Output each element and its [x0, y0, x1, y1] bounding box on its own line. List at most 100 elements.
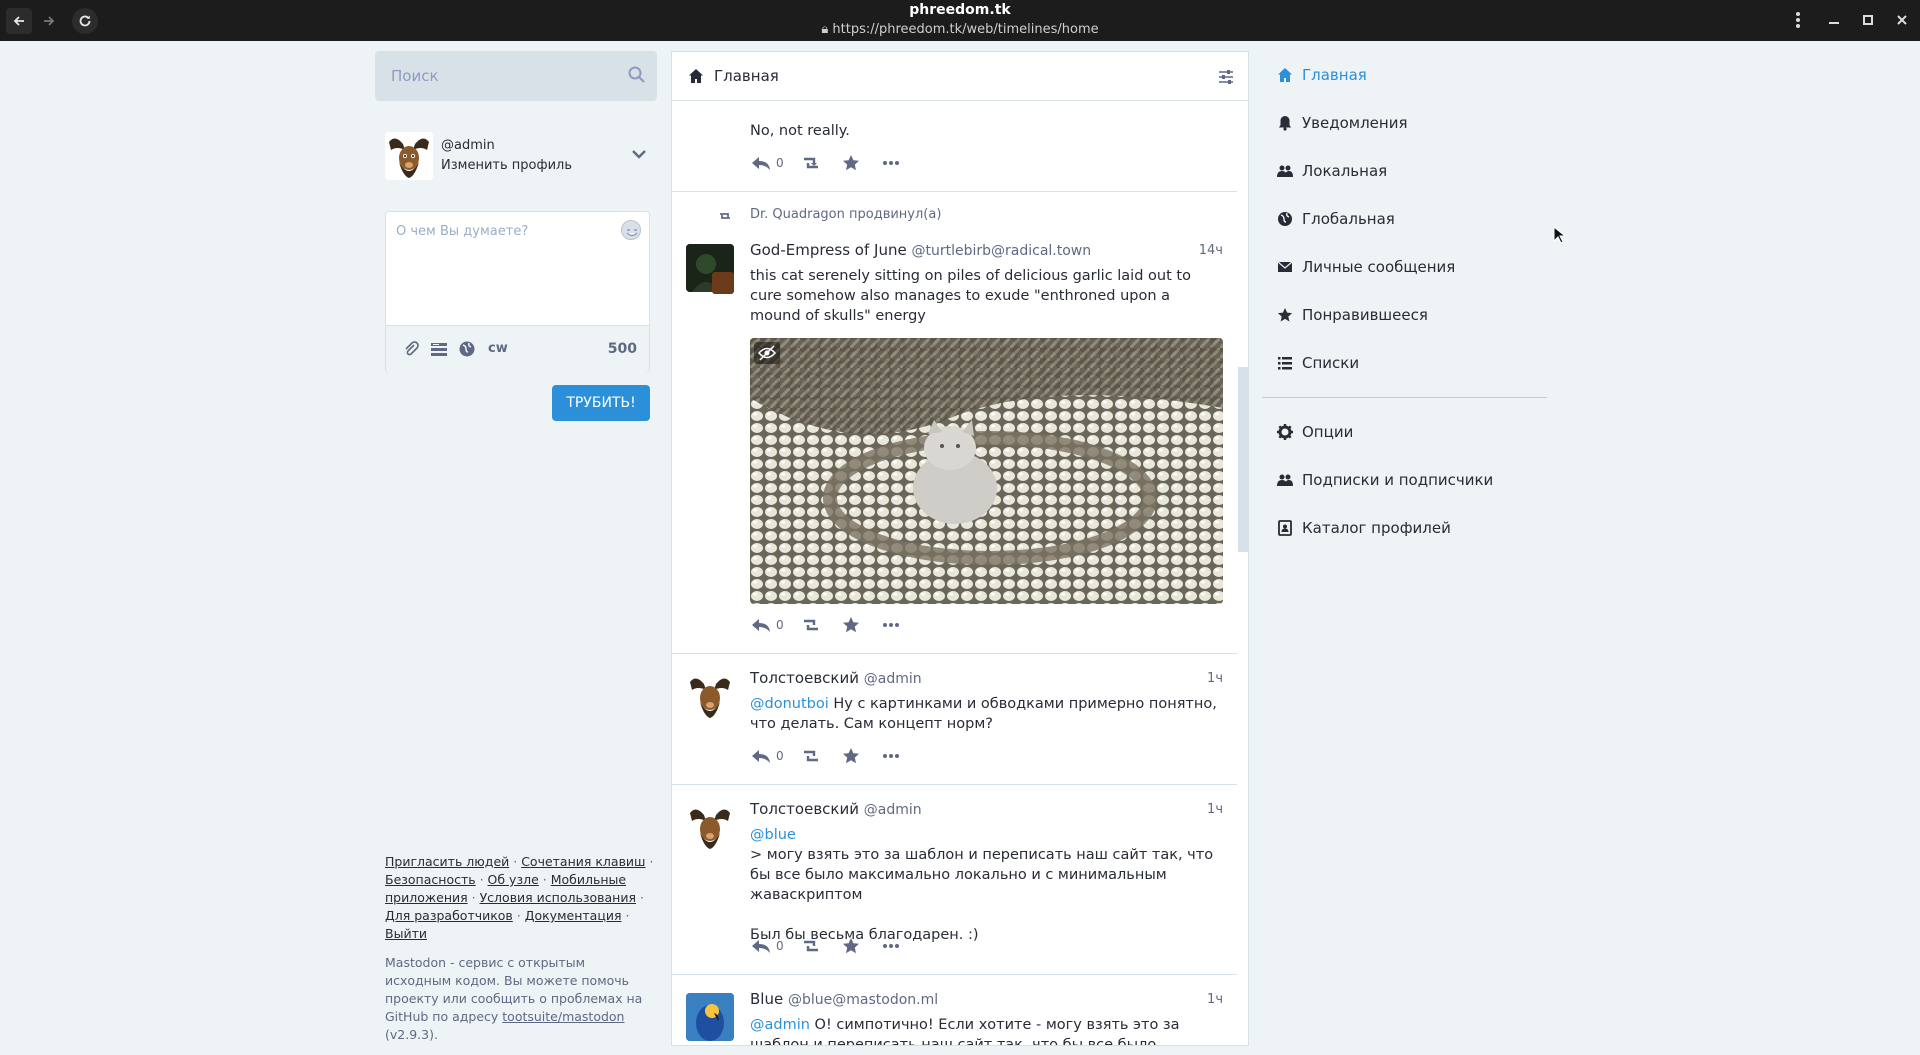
footer-link-invite[interactable]: Пригласить людей [385, 854, 509, 869]
mention-link[interactable]: @donutboi [750, 696, 829, 712]
mention-link[interactable]: @admin [750, 1017, 810, 1033]
status-item[interactable]: Dr. Quadragon продвинул(а) God-Empress o… [672, 192, 1237, 654]
boost-button[interactable] [800, 616, 822, 636]
menu-button[interactable] [1790, 10, 1806, 34]
reply-button[interactable]: 0 [750, 154, 784, 174]
globe-icon[interactable] [458, 340, 476, 358]
content-warning-toggle[interactable]: cw [488, 341, 508, 356]
more-button[interactable] [882, 616, 900, 636]
status-author[interactable]: God-Empress of June @turtlebirb@radical.… [750, 241, 1091, 259]
footer-link-about[interactable]: Об узле [488, 872, 539, 887]
star-icon [843, 938, 859, 954]
poll-icon[interactable] [430, 340, 448, 358]
nav-item-federated[interactable]: Глобальная [1262, 199, 1547, 239]
reply-button[interactable]: 0 [750, 616, 784, 636]
nav-item-follows[interactable]: Подписки и подписчики [1262, 460, 1547, 500]
close-icon [1897, 15, 1907, 25]
favourite-button[interactable] [842, 747, 860, 767]
footer-link-terms[interactable]: Условия использования [480, 890, 636, 905]
nav-item-preferences[interactable]: Опции [1262, 412, 1547, 452]
url-text: https://phreedom.tk/web/timelines/home [832, 22, 1099, 37]
nav-item-label: Опции [1302, 423, 1354, 441]
status-time[interactable]: 1ч [1207, 671, 1223, 686]
address-bar[interactable]: 🔒︎ https://phreedom.tk/web/timelines/hom… [0, 22, 1920, 37]
status-item[interactable]: Толстоевский @admin 1ч @donutboi Ну с ка… [672, 654, 1237, 785]
favourite-button[interactable] [842, 937, 860, 957]
mention-link[interactable]: @blue [750, 825, 1225, 845]
boosted-by-label[interactable]: Dr. Quadragon продвинул(а) [750, 207, 941, 222]
nav-item-lists[interactable]: Списки [1262, 343, 1547, 383]
status-author[interactable]: Толстоевский @admin [750, 800, 922, 818]
reply-button[interactable]: 0 [750, 747, 784, 767]
boost-button[interactable] [800, 937, 822, 957]
ellipsis-icon [883, 944, 899, 948]
account-handle: @admin [863, 671, 922, 687]
more-button[interactable] [882, 154, 900, 174]
minimize-icon [1829, 22, 1839, 24]
scrollbar-thumb[interactable] [1238, 367, 1248, 552]
more-button[interactable] [882, 747, 900, 767]
media-image[interactable] [750, 338, 1223, 604]
gnu-avatar-icon [686, 672, 734, 720]
quoted-text: > могу взять это за шаблон и переписать … [750, 847, 1214, 903]
chevron-down-icon[interactable] [631, 146, 647, 162]
display-name: God-Empress of June [750, 241, 907, 259]
sliders-icon[interactable] [1218, 69, 1234, 85]
maximize-button[interactable] [1862, 10, 1874, 34]
footer-link-docs[interactable]: Документация [525, 908, 622, 923]
paperclip-icon[interactable] [402, 340, 420, 358]
search-input[interactable] [375, 51, 615, 101]
kebab-icon [1796, 12, 1800, 28]
emoji-picker-icon[interactable] [621, 220, 641, 240]
footer-link-security[interactable]: Безопасность [385, 872, 476, 887]
hide-media-button[interactable] [754, 342, 780, 364]
boost-button[interactable] [800, 747, 822, 767]
avatar[interactable] [686, 672, 734, 720]
nav-item-directory[interactable]: Каталог профилей [1262, 508, 1547, 548]
avatar[interactable] [686, 803, 734, 851]
nav-item-local[interactable]: Локальная [1262, 151, 1547, 191]
toot-button[interactable]: ТРУБИТЬ! [552, 385, 650, 421]
favourite-button[interactable] [842, 154, 860, 174]
nav-item-favourites[interactable]: Понравившееся [1262, 295, 1547, 335]
nav-item-notifications[interactable]: Уведомления [1262, 103, 1547, 143]
footer-link-developers[interactable]: Для разработчиков [385, 908, 513, 923]
footer-link-logout[interactable]: Выйти [385, 926, 427, 941]
column-header[interactable]: Главная [672, 52, 1248, 101]
retweet-icon [804, 750, 818, 762]
status-author[interactable]: Blue @blue@mastodon.ml [750, 990, 938, 1008]
character-counter: 500 [607, 341, 637, 357]
status-item[interactable]: Blue @blue@mastodon.ml 1ч @admin О! симп… [672, 975, 1237, 1045]
source-code-link[interactable]: tootsuite/mastodon [502, 1009, 624, 1024]
nav-item-direct[interactable]: Личные сообщения [1262, 247, 1547, 287]
status-author[interactable]: Толстоевский @admin [750, 669, 922, 687]
status-time[interactable]: 14ч [1199, 243, 1223, 258]
star-icon [843, 155, 859, 171]
status-time[interactable]: 1ч [1207, 802, 1223, 817]
status-item[interactable]: No, not really. 0 [672, 102, 1237, 192]
search-icon[interactable] [627, 65, 647, 85]
avatar[interactable] [385, 132, 433, 180]
compose-textarea[interactable] [386, 212, 649, 324]
nav-item-home[interactable]: Главная [1262, 55, 1547, 95]
reply-all-icon [752, 619, 770, 632]
reply-count: 0 [776, 156, 784, 170]
footer-link-hotkeys[interactable]: Сочетания клавиш [521, 854, 645, 869]
column-title: Главная [714, 67, 779, 85]
status-item[interactable]: Толстоевский @admin 1ч @blue > могу взят… [672, 785, 1237, 975]
users-icon [1277, 474, 1293, 486]
status-actions: 0 [750, 154, 950, 174]
window-title: phreedom.tk [909, 2, 1011, 18]
edit-profile-link[interactable]: Изменить профиль [441, 158, 572, 173]
favourite-button[interactable] [842, 616, 860, 636]
boost-button[interactable] [800, 154, 822, 174]
booster-avatar[interactable] [712, 272, 734, 294]
minimize-button[interactable] [1828, 10, 1840, 34]
status-time[interactable]: 1ч [1207, 992, 1223, 1007]
profile-handle[interactable]: @admin [441, 138, 495, 153]
reply-button[interactable]: 0 [750, 937, 784, 957]
more-button[interactable] [882, 937, 900, 957]
avatar[interactable] [686, 993, 734, 1041]
close-button[interactable] [1896, 10, 1908, 34]
current-user-profile: @admin Изменить профиль [385, 132, 657, 182]
